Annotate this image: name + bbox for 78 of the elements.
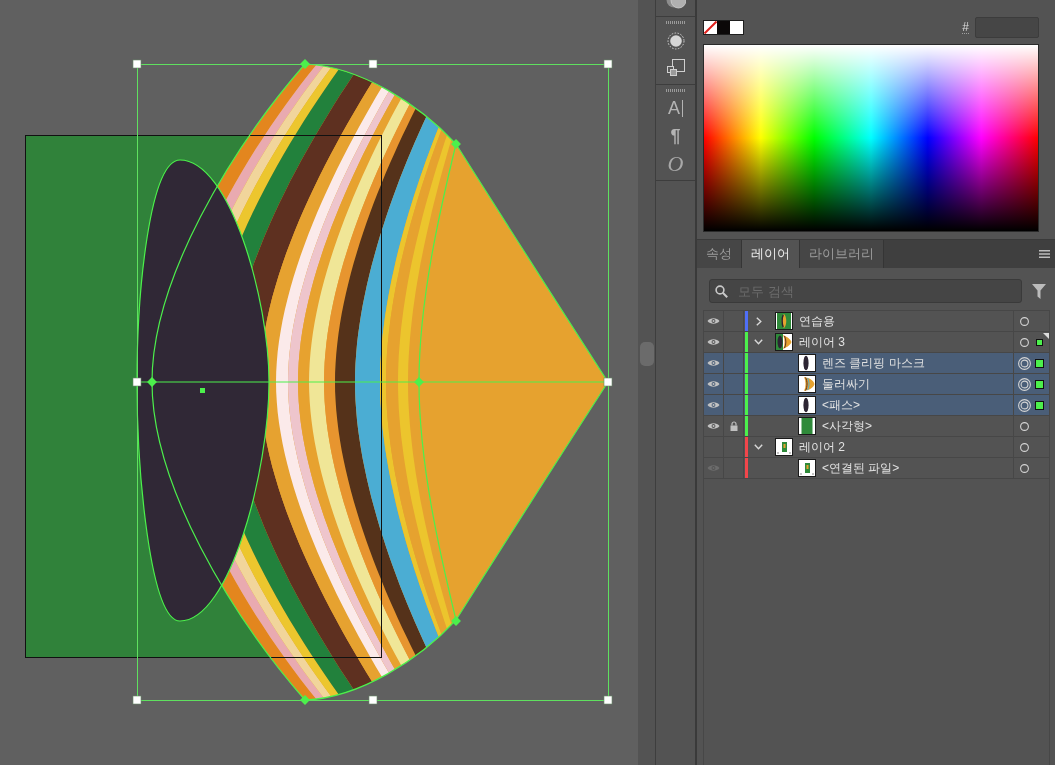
text-cursor-icon — [682, 99, 683, 117]
resize-handle[interactable] — [603, 377, 613, 387]
eye-icon[interactable] — [707, 380, 720, 388]
eye-icon[interactable] — [707, 401, 720, 409]
filter-icon[interactable] — [1032, 283, 1046, 299]
tool-button[interactable]: A — [656, 94, 695, 122]
hex-label: # — [962, 21, 969, 34]
target-circle-icon[interactable] — [1020, 442, 1029, 452]
target-circle-icon[interactable] — [1020, 421, 1029, 431]
resize-handle[interactable] — [132, 377, 142, 387]
lens-thumbnail-icon — [798, 354, 816, 372]
target-circle-icon[interactable] — [1020, 337, 1029, 347]
eye-icon[interactable] — [707, 422, 720, 430]
rectangle-thumbnail-icon — [798, 417, 816, 435]
resize-handle[interactable] — [603, 695, 613, 705]
target-rings-icon[interactable] — [1018, 377, 1031, 391]
selection-square-icon[interactable] — [1035, 400, 1044, 410]
resize-handle[interactable] — [132, 59, 142, 69]
resize-handle[interactable] — [368, 695, 378, 705]
layer-name: <패스> — [822, 396, 861, 414]
layer-name: <사각형> — [822, 417, 873, 435]
anchor-point[interactable] — [147, 377, 157, 387]
target-rings-icon[interactable] — [1018, 356, 1031, 370]
layer-name: 렌즈 클리핑 마스크 — [822, 354, 926, 372]
target-circle-icon[interactable] — [1020, 463, 1029, 473]
layer-row[interactable]: 둘러싸기 — [704, 374, 1049, 395]
layer-row[interactable]: 연습용 — [704, 311, 1049, 332]
chevron-down-icon[interactable] — [754, 339, 763, 345]
layer-row[interactable]: <연결된 파일> — [704, 458, 1049, 479]
layer-name: 레이어 3 — [799, 333, 846, 351]
eye-icon[interactable] — [707, 338, 720, 346]
color-swatch-icon[interactable] — [730, 21, 743, 34]
eye-icon[interactable] — [707, 317, 720, 325]
panel-tab[interactable]: 레이어 — [742, 240, 800, 268]
layer-name: 연습용 — [799, 312, 836, 330]
center-point — [200, 388, 205, 393]
none-swatch-icon[interactable] — [704, 21, 717, 34]
artwork-thumbnail-icon — [775, 312, 793, 330]
layer-row[interactable]: <패스> — [704, 395, 1049, 416]
color-spectrum[interactable] — [703, 44, 1039, 232]
lock-icon[interactable] — [729, 421, 738, 431]
overlapping-squares-icon — [666, 58, 685, 76]
image-thumbnail-icon — [798, 459, 816, 477]
layer-name: 레이어 2 — [799, 438, 846, 456]
tool-button[interactable]: O — [656, 150, 695, 178]
overlapping-circles-icon[interactable] — [665, 0, 686, 9]
selection-square-icon[interactable] — [1036, 338, 1043, 346]
menu-icon[interactable] — [1039, 250, 1050, 258]
selection-square-icon[interactable] — [1035, 358, 1044, 368]
color-swatch-icon[interactable] — [717, 21, 730, 34]
scrollbar-thumb[interactable] — [639, 342, 654, 366]
resize-handle[interactable] — [132, 695, 142, 705]
target-circle-icon[interactable] — [1020, 316, 1029, 326]
panel-tab[interactable]: 속성 — [697, 240, 742, 268]
panel-tab[interactable]: 라이브러리 — [800, 240, 884, 268]
chevron-right-icon[interactable] — [755, 316, 762, 326]
selection-square-icon[interactable] — [1035, 379, 1044, 389]
arcs-thumbnail-icon — [798, 375, 816, 393]
layer-row[interactable]: 레이어 2 — [704, 437, 1049, 458]
target-rings-icon[interactable] — [1018, 398, 1031, 412]
anchor-point[interactable] — [451, 139, 461, 149]
grip-handle[interactable] — [665, 89, 686, 92]
layer-row[interactable]: <사각형> — [704, 416, 1049, 437]
artwork-thumbnail-icon — [775, 333, 793, 351]
eye-icon[interactable] — [707, 359, 720, 367]
layer-name: <연결된 파일> — [822, 459, 901, 477]
tool-button[interactable]: ¶ — [656, 122, 695, 150]
resize-handle[interactable] — [368, 59, 378, 69]
search-icon — [715, 285, 728, 298]
anchor-point[interactable] — [451, 616, 461, 626]
dashed-circle-icon — [666, 32, 685, 50]
image-thumbnail-icon — [775, 438, 793, 456]
layer-name: 둘러싸기 — [822, 375, 871, 393]
resize-handle[interactable] — [603, 59, 613, 69]
lens-thumbnail-icon — [798, 396, 816, 414]
layer-row[interactable]: 렌즈 클리핑 마스크 — [704, 353, 1049, 374]
chevron-down-icon[interactable] — [754, 444, 763, 450]
grip-handle[interactable] — [665, 21, 686, 24]
